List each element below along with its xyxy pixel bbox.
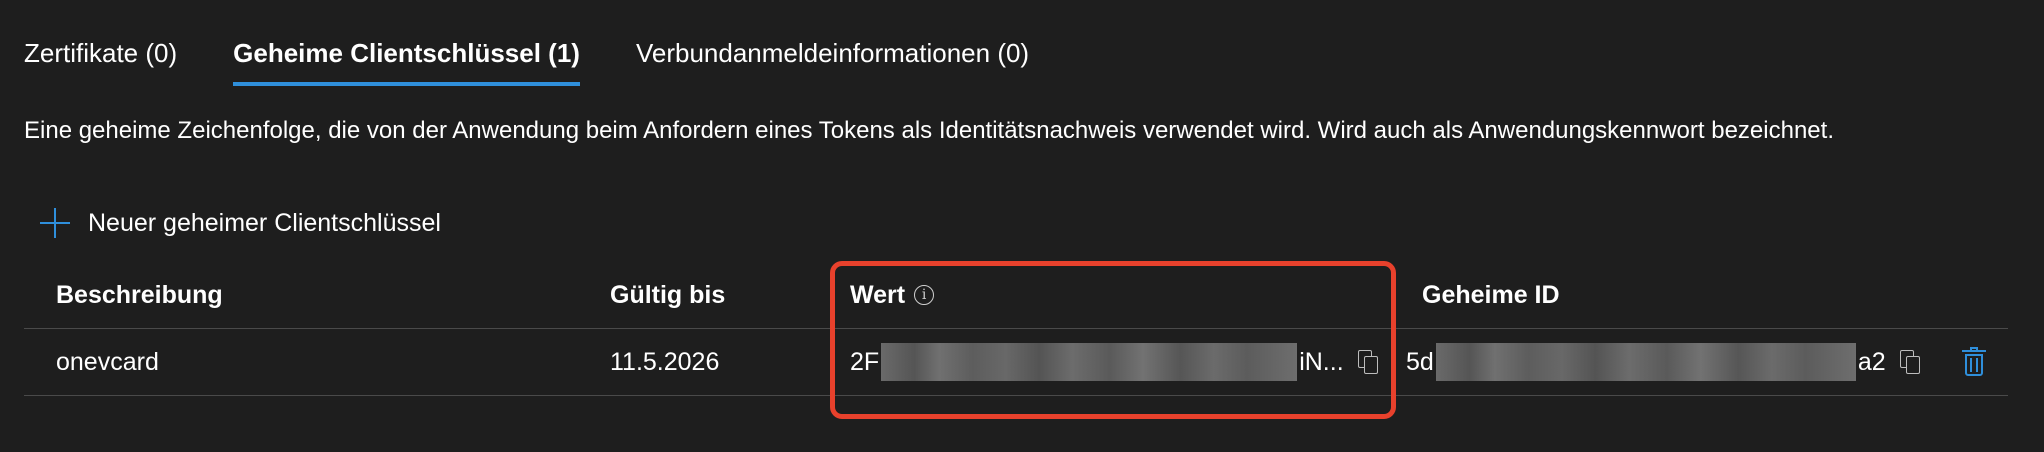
column-header-secret-id[interactable]: Geheime ID	[1422, 262, 1560, 328]
secret-id-suffix: a2	[1857, 347, 1886, 376]
copy-value-icon[interactable]	[1357, 350, 1378, 374]
cell-description: onevcard	[56, 347, 159, 376]
trash-icon[interactable]	[1962, 347, 1986, 377]
secret-value-prefix: 2F	[850, 347, 880, 376]
tab-federated-credentials[interactable]: Verbundanmeldeinformationen (0)	[636, 0, 1029, 69]
section-description: Eine geheime Zeichenfolge, die von der A…	[24, 117, 1834, 144]
secret-value-suffix: iN...	[1299, 347, 1344, 376]
column-header-expires[interactable]: Gültig bis	[610, 262, 725, 328]
tab-client-secrets[interactable]: Geheime Clientschlüssel (1)	[233, 0, 580, 86]
info-circle-icon[interactable]: i	[914, 285, 935, 305]
cell-secret-id: 5d a2	[1406, 329, 1920, 395]
table-header-row: Beschreibung Gültig bis Wert i Geheime I…	[24, 262, 2008, 329]
secret-id-prefix: 5d	[1406, 347, 1434, 376]
redacted-secret-value	[881, 343, 1298, 381]
client-secrets-table: Beschreibung Gültig bis Wert i Geheime I…	[24, 262, 2008, 396]
new-client-secret-label: Neuer geheimer Clientschlüssel	[88, 208, 441, 237]
column-header-value[interactable]: Wert i	[850, 262, 935, 328]
table-row: onevcard 11.5.2026 2F iN... 5d a2	[24, 329, 2008, 396]
cell-actions	[1962, 329, 1986, 395]
column-header-value-label: Wert	[850, 280, 906, 309]
tab-certificates[interactable]: Zertifikate (0)	[24, 0, 177, 69]
cell-value: 2F iN...	[850, 329, 1378, 395]
tab-bar: Zertifikate (0) Geheime Clientschlüssel …	[24, 0, 1085, 88]
plus-icon	[40, 208, 70, 238]
column-header-description[interactable]: Beschreibung	[56, 262, 223, 328]
cell-expires: 11.5.2026	[610, 347, 720, 376]
copy-secret-id-icon[interactable]	[1899, 350, 1920, 374]
new-client-secret-button[interactable]: Neuer geheimer Clientschlüssel	[40, 208, 441, 238]
redacted-secret-id	[1435, 343, 1856, 381]
